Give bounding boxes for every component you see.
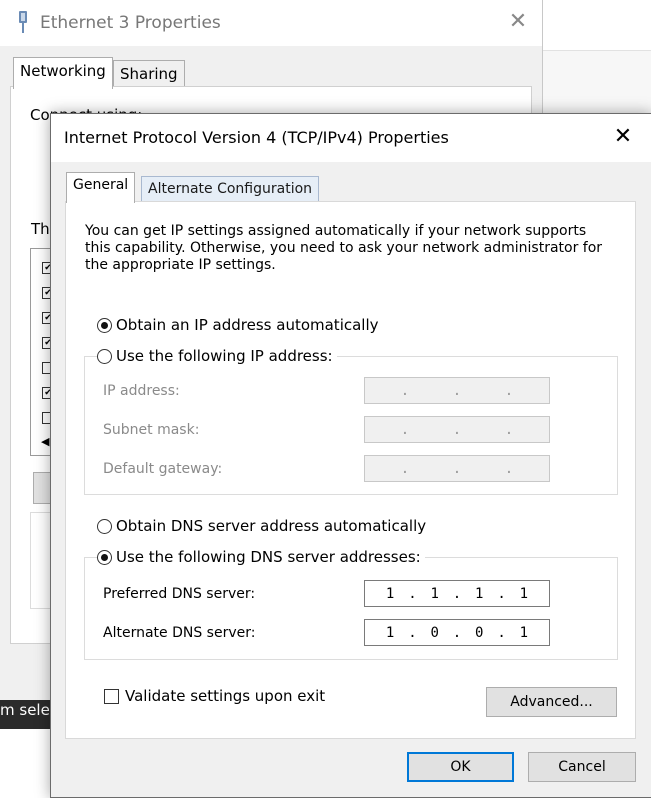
- advanced-button[interactable]: Advanced...: [486, 687, 617, 717]
- tab-general[interactable]: General: [66, 172, 136, 203]
- default-gateway-input[interactable]: ...: [364, 455, 550, 482]
- preferred-dns-label: Preferred DNS server:: [103, 586, 256, 602]
- subnet-mask-label: Subnet mask:: [103, 422, 200, 438]
- alternate-dns-input[interactable]: 1 . 0 . 0 . 1: [364, 619, 550, 646]
- use-following-dns-label: Use the following DNS server addresses:: [116, 548, 421, 566]
- components-list[interactable]: [30, 248, 52, 456]
- obtain-ip-auto-label: Obtain an IP address automatically: [116, 316, 379, 334]
- preferred-dns-input[interactable]: 1 . 1 . 1 . 1: [364, 580, 550, 607]
- use-following-ip-radio[interactable]: Use the following IP address:: [97, 347, 337, 365]
- ethernet-window-title: Ethernet 3 Properties: [40, 13, 221, 33]
- validate-settings-row[interactable]: Validate settings upon exit: [104, 687, 325, 705]
- alternate-dns-label: Alternate DNS server:: [103, 625, 256, 641]
- ip-address-label: IP address:: [103, 383, 180, 399]
- tab-networking[interactable]: Networking: [13, 57, 113, 89]
- obtain-dns-auto-label: Obtain DNS server address automatically: [116, 517, 427, 535]
- description-text: You can get IP settings assigned automat…: [85, 223, 603, 273]
- ipv4-properties-dialog: Internet Protocol Version 4 (TCP/IPv4) P…: [50, 113, 651, 798]
- dialog-titlebar: Internet Protocol Version 4 (TCP/IPv4) P…: [51, 114, 651, 162]
- general-panel: You can get IP settings assigned automat…: [65, 201, 636, 739]
- cancel-button[interactable]: Cancel: [528, 752, 636, 782]
- tab-alternate-configuration[interactable]: Alternate Configuration: [141, 176, 320, 202]
- network-adapter-icon: [19, 11, 27, 33]
- default-gateway-label: Default gateway:: [103, 461, 223, 477]
- subnet-mask-input[interactable]: ...: [364, 416, 550, 443]
- ok-button[interactable]: OK: [407, 752, 514, 782]
- radio-unselected-icon[interactable]: [97, 348, 112, 364]
- use-following-ip-label: Use the following IP address:: [116, 347, 333, 365]
- close-icon[interactable]: ✕: [608, 122, 638, 152]
- validate-settings-checkbox[interactable]: [104, 688, 119, 704]
- obtain-dns-auto-radio[interactable]: Obtain DNS server address automatically: [97, 517, 426, 535]
- background-header-strip: [543, 0, 651, 51]
- radio-selected-icon[interactable]: [97, 549, 112, 565]
- radio-selected-icon[interactable]: [97, 317, 112, 333]
- radio-unselected-icon[interactable]: [97, 518, 112, 534]
- ethernet-titlebar: Ethernet 3 Properties ✕: [0, 0, 542, 46]
- dialog-title: Internet Protocol Version 4 (TCP/IPv4) P…: [64, 128, 449, 147]
- use-following-dns-radio[interactable]: Use the following DNS server addresses:: [97, 548, 425, 566]
- validate-settings-label: Validate settings upon exit: [125, 687, 326, 705]
- close-icon[interactable]: ✕: [505, 9, 531, 34]
- components-label: Th: [31, 220, 50, 238]
- ip-address-input[interactable]: ...: [364, 377, 550, 404]
- scroll-left-icon[interactable]: ◀: [41, 435, 49, 448]
- tab-sharing[interactable]: Sharing: [113, 60, 185, 87]
- obtain-ip-auto-radio[interactable]: Obtain an IP address automatically: [97, 316, 379, 334]
